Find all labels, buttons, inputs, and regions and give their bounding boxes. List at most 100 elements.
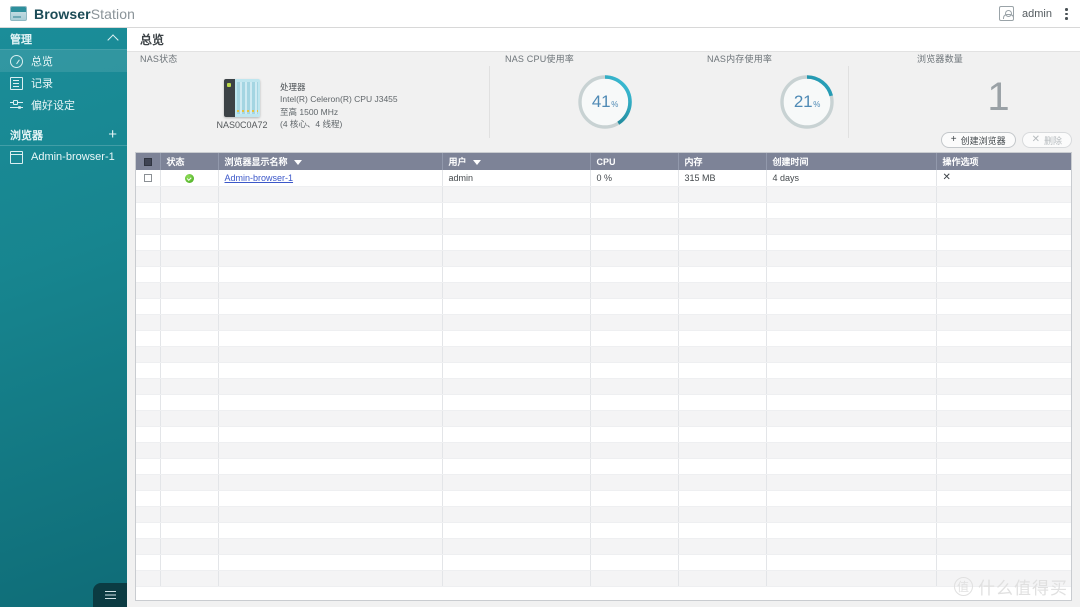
create-browser-button[interactable]: + 创建浏览器 [940, 132, 1016, 148]
column-header-user[interactable]: 用户 [442, 153, 591, 170]
empty-cell [590, 554, 679, 571]
empty-cell [136, 506, 161, 523]
empty-cell [936, 490, 1071, 507]
empty-cell [218, 298, 443, 315]
empty-cell [218, 570, 443, 587]
plus-icon[interactable]: + [108, 127, 117, 142]
empty-cell [590, 426, 679, 443]
empty-cell [936, 330, 1071, 347]
filter-icon[interactable] [294, 160, 303, 166]
browser-table-body: Admin-browser-1 admin 0 % 315 MB 4 days ✕ [136, 170, 1071, 587]
select-all-checkbox[interactable] [143, 158, 152, 167]
select-all-header[interactable] [136, 153, 161, 170]
browser-name-link[interactable]: Admin-browser-1 [225, 173, 294, 183]
empty-cell [218, 506, 443, 523]
sidebar-item-overview[interactable]: 总览 [0, 50, 127, 72]
empty-cell [218, 378, 443, 395]
column-header-status[interactable]: 状态 [160, 153, 219, 170]
empty-cell [766, 490, 937, 507]
table-row-empty [136, 490, 1071, 507]
empty-cell [160, 298, 219, 315]
empty-cell [766, 394, 937, 411]
empty-cell [442, 506, 591, 523]
column-header-name[interactable]: 浏览器显示名称 [218, 153, 443, 170]
page-title: 总览 [140, 33, 165, 47]
empty-cell [442, 234, 591, 251]
empty-cell [160, 282, 219, 299]
empty-cell [160, 266, 219, 283]
empty-cell [160, 538, 219, 555]
filter-icon[interactable] [473, 160, 482, 166]
empty-cell [590, 346, 679, 363]
empty-cell [442, 442, 591, 459]
user-avatar-icon[interactable] [999, 6, 1015, 21]
sidebar-item-admin-browser-1[interactable]: Admin-browser-1 [0, 146, 127, 168]
empty-cell [160, 346, 219, 363]
empty-cell [136, 522, 161, 539]
empty-cell [936, 314, 1071, 331]
table-row[interactable]: Admin-browser-1 admin 0 % 315 MB 4 days ✕ [136, 170, 1071, 187]
table-row-empty [136, 410, 1071, 427]
empty-cell [678, 490, 767, 507]
column-header-cpu[interactable]: CPU [590, 153, 679, 170]
close-x-icon[interactable]: ✕ [943, 172, 951, 183]
column-header-memory[interactable]: 内存 [678, 153, 767, 170]
browser-window-icon [10, 150, 23, 164]
app-logo[interactable]: BrowserStation [0, 6, 135, 22]
empty-cell [590, 490, 679, 507]
user-name-label: admin [1022, 7, 1052, 20]
empty-cell [442, 218, 591, 235]
empty-cell [590, 378, 679, 395]
row-actions-cell[interactable]: ✕ [936, 170, 1071, 187]
kebab-menu-icon[interactable] [1060, 6, 1072, 21]
row-name-cell[interactable]: Admin-browser-1 [218, 170, 443, 187]
empty-cell [160, 554, 219, 571]
plus-icon: + [950, 134, 957, 145]
nas-cpu-clock: 至高 1500 MHz [280, 106, 339, 117]
main-content: 总览 NAS状态 NAS0C0A72 处理器 Intel(R) Celeron(… [127, 28, 1080, 607]
nas-cpu-model: Intel(R) Celeron(R) CPU J3455 [280, 94, 398, 105]
create-browser-button-label: 创建浏览器 [960, 135, 1006, 146]
table-row-empty [136, 250, 1071, 267]
empty-cell [218, 474, 443, 491]
table-row-empty [136, 186, 1071, 203]
table-row-empty [136, 506, 1071, 523]
table-row-empty [136, 234, 1071, 251]
empty-cell [160, 234, 219, 251]
chevron-up-icon[interactable] [107, 34, 119, 46]
empty-cell [678, 234, 767, 251]
empty-cell [442, 298, 591, 315]
empty-cell [678, 410, 767, 427]
column-header-created-label: 创建时间 [772, 157, 809, 167]
delete-button[interactable]: ✕ 删除 [1021, 132, 1072, 148]
sidebar-item-preferences[interactable]: 偏好设定 [0, 94, 127, 116]
sidebar-collapse-handle[interactable] [93, 583, 127, 607]
sidebar-group-browsers[interactable]: 浏览器 + [0, 124, 127, 146]
document-icon [10, 76, 23, 90]
column-header-actions[interactable]: 操作选项 [936, 153, 1071, 170]
empty-cell [136, 346, 161, 363]
empty-cell [442, 282, 591, 299]
empty-cell [678, 570, 767, 587]
empty-cell [136, 330, 161, 347]
empty-cell [442, 314, 591, 331]
empty-cell [678, 394, 767, 411]
empty-cell [160, 394, 219, 411]
row-memory-cell: 315 MB [678, 170, 767, 187]
empty-cell [590, 218, 679, 235]
empty-cell [442, 378, 591, 395]
empty-cell [160, 186, 219, 203]
column-header-created[interactable]: 创建时间 [766, 153, 937, 170]
empty-cell [766, 362, 937, 379]
empty-cell [136, 218, 161, 235]
sidebar-item-logs[interactable]: 记录 [0, 72, 127, 94]
gauge-icon [10, 54, 23, 68]
table-row-empty [136, 442, 1071, 459]
empty-cell [936, 394, 1071, 411]
empty-cell [678, 522, 767, 539]
empty-cell [136, 362, 161, 379]
row-select-cell[interactable] [136, 170, 161, 187]
app-title-light: Station [90, 5, 136, 22]
row-checkbox[interactable] [143, 174, 152, 183]
sidebar-group-management[interactable]: 管理 [0, 28, 127, 50]
